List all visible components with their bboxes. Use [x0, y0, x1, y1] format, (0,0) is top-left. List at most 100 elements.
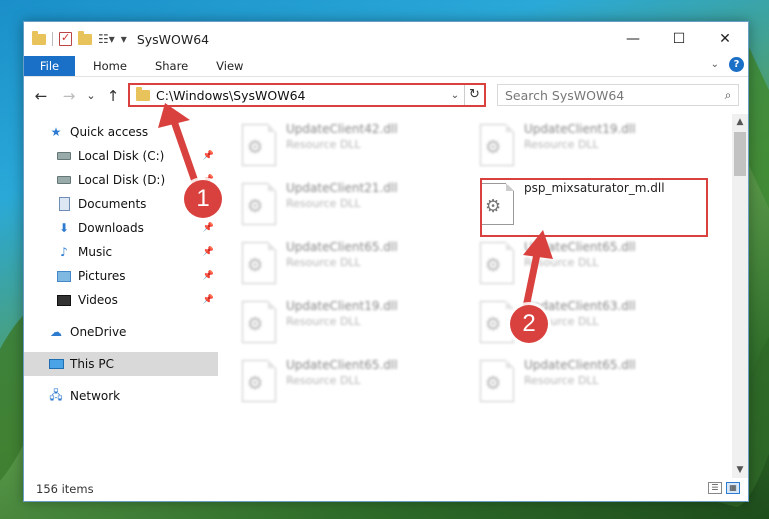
recent-locations-button[interactable]: ⌄ [80, 89, 102, 102]
star-icon: ★ [50, 125, 62, 139]
file-name: UpdateClient65.dll [524, 240, 636, 254]
file-type: Resource DLL [524, 256, 599, 269]
help-icon[interactable]: ? [729, 57, 744, 72]
sidebar-item-label: Documents [78, 197, 147, 211]
sidebar-item-local-disk-c[interactable]: Local Disk (C:) 📌 [24, 144, 218, 168]
back-button[interactable]: ← [30, 87, 52, 105]
network-icon: 🖧 [49, 387, 63, 402]
expand-ribbon-icon[interactable]: ⌄ [711, 59, 719, 70]
large-icons-view-icon[interactable]: ▦ [726, 482, 740, 494]
computer-icon [48, 357, 64, 371]
step-2-badge: 2 [510, 305, 548, 343]
sidebar-item-label: Local Disk (D:) [78, 173, 166, 187]
music-icon: ♪ [60, 245, 68, 259]
sidebar-item-videos[interactable]: Videos 📌 [24, 288, 218, 312]
file-item[interactable]: UpdateClient65.dll Resource DLL [242, 240, 462, 296]
tab-home[interactable]: Home [75, 56, 141, 76]
window-title: SysWOW64 [136, 31, 210, 47]
dll-file-icon [480, 242, 514, 284]
file-type: Resource DLL [286, 138, 361, 151]
pin-icon: 📌 [202, 247, 214, 257]
step-1-badge: 1 [184, 180, 222, 218]
file-name: UpdateClient65.dll [286, 240, 398, 254]
scrollbar-thumb[interactable] [734, 132, 746, 176]
file-name: UpdateClient21.dll [286, 181, 398, 195]
file-list: UpdateClient42.dll Resource DLL UpdateCl… [218, 114, 748, 478]
file-item[interactable]: UpdateClient19.dll Resource DLL [480, 122, 700, 178]
forward-button[interactable]: → [58, 87, 80, 105]
sidebar-item-pictures[interactable]: Pictures 📌 [24, 264, 218, 288]
sidebar-item-music[interactable]: ♪ Music 📌 [24, 240, 218, 264]
file-item[interactable]: UpdateClient65.dll Resource DLL [242, 358, 462, 414]
sidebar-item-this-pc[interactable]: This PC [24, 352, 218, 376]
file-item[interactable]: UpdateClient21.dll Resource DLL [242, 181, 462, 237]
customize-toolbar-icon[interactable]: ▾ [121, 32, 127, 46]
dll-file-icon [480, 360, 514, 402]
sidebar-item-network[interactable]: 🖧 Network [24, 384, 218, 408]
file-name: UpdateClient65.dll [286, 358, 398, 372]
sidebar-item-onedrive[interactable]: ☁ OneDrive [24, 320, 218, 344]
pin-icon: 📌 [202, 223, 214, 233]
tab-file[interactable]: File [24, 56, 75, 76]
file-type: Resource DLL [286, 374, 361, 387]
folder-icon[interactable] [32, 30, 46, 45]
sidebar-item-label: OneDrive [70, 325, 127, 339]
address-path[interactable]: C:\Windows\SysWOW64 [156, 88, 446, 103]
sidebar-item-label: Network [70, 389, 121, 403]
file-type: Resource DLL [524, 374, 599, 387]
videos-icon [56, 293, 72, 307]
dll-file-icon [242, 183, 276, 225]
up-button[interactable]: ↑ [102, 87, 124, 105]
file-type: Resource DLL [286, 256, 361, 269]
pin-icon: 📌 [202, 151, 214, 161]
download-icon: ⬇ [58, 221, 70, 235]
ribbon-right-controls: ⌄ ? [711, 57, 744, 72]
sidebar-item-label: This PC [70, 357, 114, 371]
scroll-up-icon[interactable]: ▲ [732, 114, 748, 130]
navigation-pane: ★ Quick access Local Disk (C:) 📌 Local D… [24, 114, 218, 478]
search-icon[interactable]: ⌕ [718, 88, 738, 103]
refresh-icon[interactable]: ↻ [464, 85, 484, 105]
item-count: 156 items [36, 481, 94, 496]
file-explorer-window: ☷▾ ▾ SysWOW64 — ☐ ✕ File Home Share View… [23, 21, 749, 502]
dll-file-icon [242, 124, 276, 166]
quick-access-toolbar: ☷▾ ▾ [32, 30, 127, 46]
sidebar-item-quick-access[interactable]: ★ Quick access [24, 120, 218, 144]
minimize-button[interactable]: — [610, 22, 656, 56]
sidebar-item-label: Downloads [78, 221, 144, 235]
documents-icon [56, 197, 72, 211]
file-type: Resource DLL [524, 138, 599, 151]
cloud-icon: ☁ [50, 325, 62, 339]
close-button[interactable]: ✕ [702, 22, 748, 56]
dll-file-icon [242, 360, 276, 402]
dll-file-icon [242, 301, 276, 343]
file-type: Resource DLL [286, 197, 361, 210]
file-item[interactable]: UpdateClient42.dll Resource DLL [242, 122, 462, 178]
maximize-button[interactable]: ☐ [656, 22, 702, 56]
address-bar[interactable]: C:\Windows\SysWOW64 ⌄ ↻ [128, 83, 486, 107]
window-controls: — ☐ ✕ [610, 22, 748, 56]
dll-file-icon [480, 301, 514, 343]
vertical-scrollbar[interactable]: ▲ ▼ [732, 114, 748, 478]
title-bar: ☷▾ ▾ SysWOW64 — ☐ ✕ [24, 22, 748, 56]
search-box[interactable]: Search SysWOW64 ⌕ [497, 84, 739, 106]
sidebar-item-label: Music [78, 245, 113, 259]
tab-view[interactable]: View [202, 56, 257, 76]
pictures-icon [56, 269, 72, 283]
properties-icon[interactable] [59, 31, 72, 46]
sidebar-item-downloads[interactable]: ⬇ Downloads 📌 [24, 216, 218, 240]
tab-share[interactable]: Share [141, 56, 202, 76]
address-dropdown-icon[interactable]: ⌄ [446, 90, 464, 101]
view-options-icon[interactable]: ☷▾ [98, 32, 115, 46]
sidebar-item-label: Quick access [70, 125, 149, 139]
file-item[interactable]: UpdateClient65.dll Resource DLL [480, 358, 700, 414]
file-type: Resource DLL [286, 315, 361, 328]
file-item[interactable]: UpdateClient65.dll Resource DLL [480, 240, 700, 296]
file-highlight-box [480, 178, 708, 237]
drive-icon [56, 173, 72, 187]
new-folder-icon[interactable] [78, 30, 92, 45]
file-item[interactable]: UpdateClient19.dll Resource DLL [242, 299, 462, 355]
pin-icon: 📌 [202, 271, 214, 281]
search-input[interactable]: Search SysWOW64 [505, 88, 718, 103]
details-view-icon[interactable]: ☰ [708, 482, 722, 494]
